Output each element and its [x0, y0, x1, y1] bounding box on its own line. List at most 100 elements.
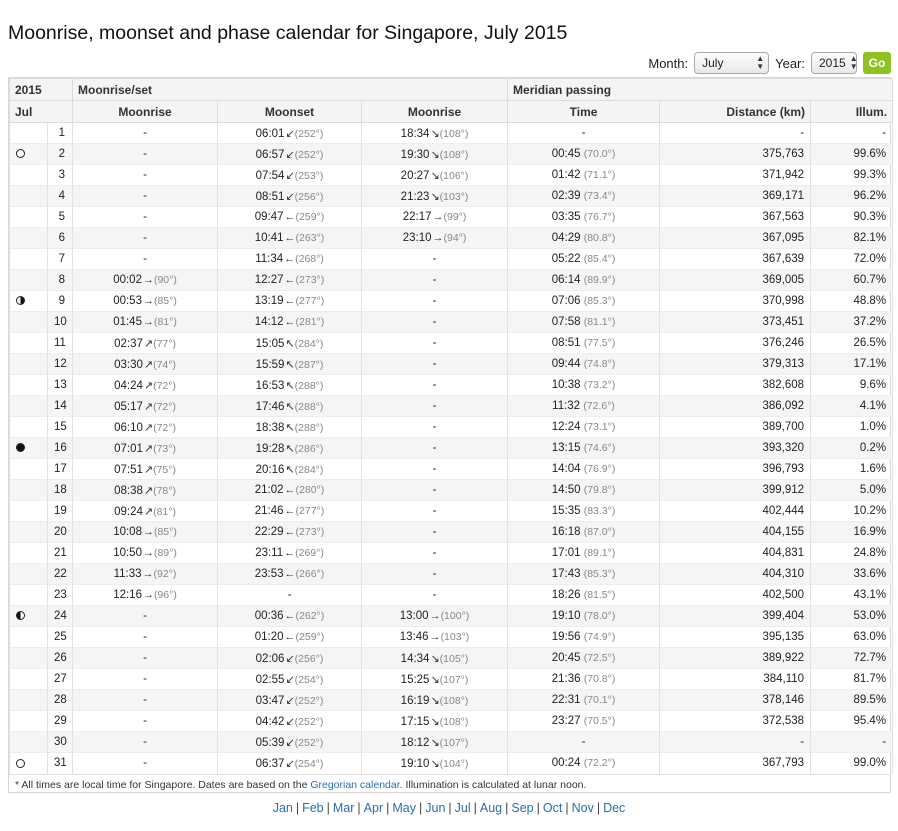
month-link-sep[interactable]: Sep [511, 801, 533, 815]
distance-value: 395,135 [762, 631, 805, 643]
gregorian-calendar-link[interactable]: Gregorian calendar [310, 779, 399, 791]
moonset-cell: 03:47↙(252°) [217, 689, 363, 711]
illumination-value: 81.7% [853, 673, 887, 685]
moonrise-2-cell: - [361, 521, 509, 543]
col-moonrise-2: Moonrise [361, 100, 509, 123]
meridian-altitude: (87.0°) [583, 526, 616, 538]
moonrise-2-cell: 14:34↘(105°) [361, 647, 509, 669]
moonrise-azimuth: (104°) [439, 757, 469, 770]
distance-value: 375,763 [762, 148, 805, 160]
moonrise-2-cell: - [361, 479, 509, 501]
moonrise-time: - [143, 169, 147, 181]
moonset-azimuth: (288°) [294, 379, 324, 392]
phase-cell [9, 563, 48, 585]
moonset-azimuth: (253°) [294, 169, 324, 182]
header-meridian-passing: Meridian passing [507, 78, 894, 101]
direction-arrow-icon: ↘ [430, 757, 440, 770]
month-link-dec[interactable]: Dec [603, 801, 625, 815]
month-link-apr[interactable]: Apr [364, 801, 383, 815]
table-row: 7 - 11:34←(268°) - 05:22 (85.4°) 367,639 72.0% [9, 248, 894, 270]
meridian-time: 03:35 [551, 211, 581, 223]
moonrise-time: 07:51 [114, 463, 143, 476]
day-cell: 28 [46, 689, 74, 711]
table-row: 22 11:33→(92°) 23:53←(266°) -17:43 (85.3°) 4… [9, 563, 894, 585]
moonset-time: 14:12 [254, 316, 284, 328]
meridian-time: 11:32 [552, 400, 581, 412]
direction-arrow-icon: ↗ [143, 484, 154, 497]
distance-value: 367,095 [762, 232, 805, 244]
day-cell: 24 [46, 605, 74, 627]
illumination-cell: 82.1% [810, 227, 894, 249]
moonrise-time: 17:15 [400, 715, 430, 728]
col-moonset: Moonset [217, 100, 363, 123]
moonrise-azimuth: (108°) [439, 127, 469, 140]
direction-arrow-icon: → [142, 274, 154, 286]
moonrise-azimuth: (72°) [153, 400, 176, 413]
table-row: 2-06:57↙(252°) 19:30↘(108°) 00:45 (70.0°) 3… [9, 143, 894, 165]
moonset-cell: 18:38↖(288°) [217, 416, 363, 438]
illumination-cell: 26.5% [810, 332, 894, 354]
moonset-azimuth: (252°) [294, 694, 324, 707]
month-link-jan[interactable]: Jan [273, 801, 293, 815]
moonrise-cell: 00:53→(85°) [72, 290, 219, 312]
table-row: 20 10:08→(85°) 22:29←(273°) -16:18 (87.0°) 4… [9, 521, 894, 543]
go-button[interactable]: Go [863, 52, 891, 74]
day-number: 28 [54, 694, 67, 706]
meridian-altitude: (76.9°) [583, 463, 616, 475]
moonset-cell: 19:28↖(286°) [217, 437, 363, 459]
day-cell: 21 [46, 542, 74, 564]
meridian-altitude: (78.0°) [583, 610, 616, 622]
day-number: 29 [54, 715, 67, 727]
month-link-nov[interactable]: Nov [572, 801, 594, 815]
illumination-value: 99.0% [853, 757, 887, 770]
distance-cell: 367,563 [659, 206, 812, 228]
meridian-time-cell: 04:29 (80.8°) [507, 227, 661, 249]
day-cell: 2 [46, 143, 74, 165]
direction-arrow-icon: → [142, 526, 154, 538]
full-moon-icon [16, 149, 25, 159]
moonset-cell: 21:46←(277°) [217, 500, 363, 522]
distance-cell: 376,246 [659, 332, 812, 354]
month-link-feb[interactable]: Feb [302, 801, 324, 815]
day-cell: 18 [46, 479, 74, 501]
illumination-cell: 48.8% [810, 290, 894, 312]
year-select[interactable]: 2015 ▲ ▼ [811, 52, 858, 74]
moonrise-time: - [143, 148, 147, 160]
month-link-oct[interactable]: Oct [543, 801, 562, 815]
moonrise-azimuth: (103°) [440, 631, 470, 643]
moonset-cell: 08:51↙(256°) [217, 185, 363, 207]
day-number: 7 [58, 253, 66, 265]
month-link-mar[interactable]: Mar [333, 801, 355, 815]
moonrise-azimuth: (85°) [153, 295, 177, 307]
illumination-value: 60.7% [853, 274, 887, 286]
moonset-time: 08:51 [255, 190, 285, 203]
direction-arrow-icon: ↖ [285, 442, 295, 455]
illumination-cell: 99.3% [810, 164, 894, 186]
month-link-may[interactable]: May [392, 801, 416, 815]
moonset-time: 06:01 [255, 127, 285, 140]
moonrise-2-cell: - [361, 374, 509, 396]
moonrise-2-cell: 23:10→(94°) [361, 227, 509, 249]
month-link-jun[interactable]: Jun [425, 801, 445, 815]
moonset-cell: 14:12←(281°) [217, 311, 363, 333]
month-select[interactable]: July ▲ ▼ [694, 52, 770, 74]
full-moon-icon [16, 758, 25, 768]
month-link-jul[interactable]: Jul [455, 801, 471, 815]
moonrise-azimuth: (96°) [153, 589, 177, 601]
moonrise-cell: 10:08→(85°) [72, 521, 219, 543]
meridian-altitude: (77.5°) [583, 337, 616, 349]
direction-arrow-icon: ↙ [285, 190, 295, 203]
illumination-value: 72.0% [853, 253, 887, 265]
moonrise-cell: - [72, 626, 219, 648]
moonrise-2-cell: 15:25↘(107°) [361, 668, 509, 690]
moonrise-2-cell: - [361, 416, 509, 438]
direction-arrow-icon: ↙ [285, 736, 295, 749]
meridian-time-cell: 20:45 (72.5°) [507, 647, 661, 669]
meridian-altitude: (70.5°) [583, 715, 616, 727]
table-row: 29-04:42↙(252°) 17:15↘(108°) 23:27 (70.5°)… [9, 710, 894, 732]
phase-cell [9, 752, 48, 774]
month-link-aug[interactable]: Aug [480, 801, 502, 815]
meridian-time-cell: 16:18 (87.0°) [507, 521, 661, 543]
moonrise-azimuth: (74°) [153, 358, 176, 371]
moonset-azimuth: (284°) [294, 337, 324, 350]
